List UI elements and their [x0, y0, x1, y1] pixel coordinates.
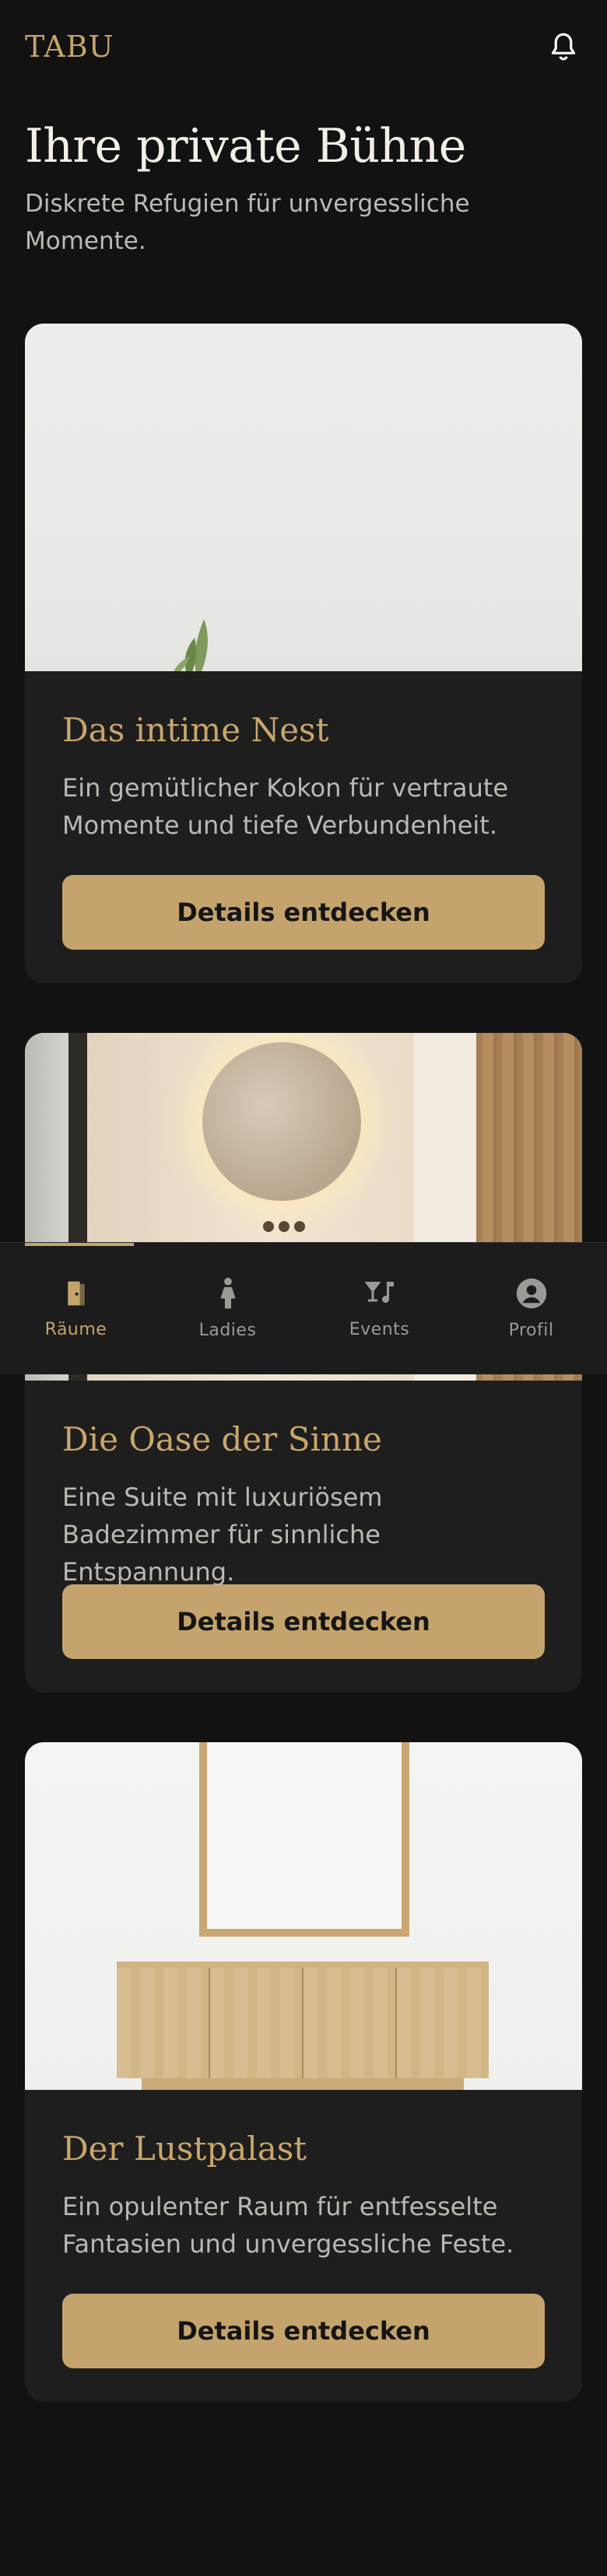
nav-label: Ladies [198, 1321, 257, 1340]
notifications-button[interactable] [545, 28, 582, 65]
nav-item-raeume[interactable]: Räume [0, 1243, 152, 1374]
bell-icon [551, 33, 576, 61]
app-logo[interactable]: TABU [25, 30, 114, 64]
nav-label: Events [349, 1320, 410, 1339]
nav-item-ladies[interactable]: Ladies [152, 1243, 304, 1374]
plant-image [174, 619, 208, 671]
room-card-lustpalast[interactable]: Der Lustpalast Ein opulenter Raum für en… [25, 1742, 582, 2402]
hero-section: Ihre private Bühne Diskrete Refugien für… [25, 118, 582, 260]
details-button[interactable]: Details entdecken [62, 2294, 545, 2368]
room-title: Die Oase der Sinne [62, 1420, 382, 1458]
nav-label: Profil [508, 1321, 554, 1340]
room-description: Ein gemütlicher Kokon für vertraute Mome… [62, 773, 509, 840]
card-body: Das intime Nest Ein gemütlicher Kokon fü… [25, 671, 582, 983]
card-body: Die Oase der Sinne Eine Suite mit luxuri… [25, 1381, 582, 1692]
room-description: Eine Suite mit luxuriösem Badezimmer für… [62, 1482, 383, 1587]
room-title: Das intime Nest [62, 711, 329, 749]
card-body: Der Lustpalast Ein opulenter Raum für en… [25, 2090, 582, 2402]
nav-item-profil[interactable]: Profil [455, 1243, 607, 1374]
room-image [25, 324, 582, 671]
top-bar: TABU [25, 26, 582, 67]
page: TABU Ihre private Bühne Diskrete Refugie… [0, 0, 607, 2576]
room-image [25, 1742, 582, 2090]
room-card-intimes-nest[interactable]: Das intime Nest Ein gemütlicher Kokon fü… [25, 324, 582, 983]
details-button[interactable]: Details entdecken [62, 875, 545, 950]
cocktail-music-icon [364, 1282, 394, 1304]
nav-label: Räume [44, 1320, 107, 1339]
room-title: Der Lustpalast [62, 2130, 307, 2168]
bottom-navigation: Räume Ladies Events Profil [0, 1242, 607, 1374]
page-title: Ihre private Bühne [25, 119, 466, 173]
sideboard-image [117, 1962, 489, 2078]
door-icon [67, 1281, 85, 1306]
user-icon [516, 1278, 546, 1309]
page-subtitle: Diskrete Refugien für unvergessliche Mom… [25, 190, 470, 255]
mirror-image [198, 1038, 366, 1206]
room-description: Ein opulenter Raum für entfesselte Fanta… [62, 2192, 514, 2259]
picture-frame-image [199, 1742, 409, 1937]
nav-item-events[interactable]: Events [304, 1243, 455, 1374]
details-button[interactable]: Details entdecken [62, 1584, 545, 1659]
woman-icon [219, 1277, 236, 1309]
